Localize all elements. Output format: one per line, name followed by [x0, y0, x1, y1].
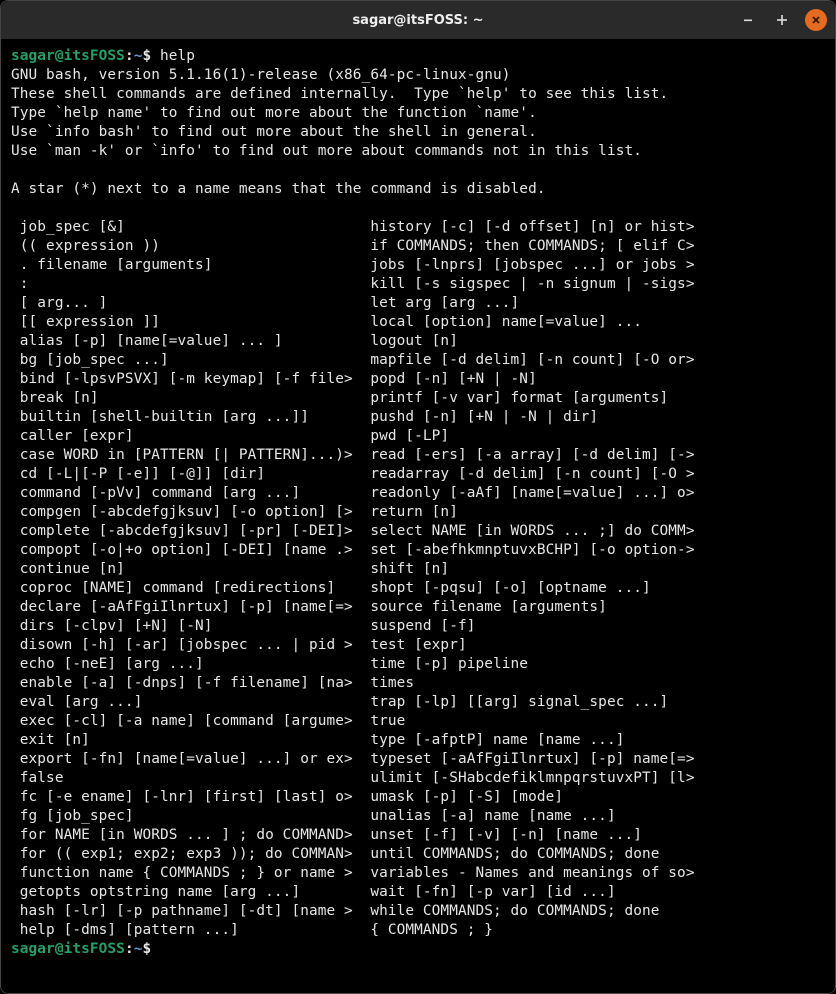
output-line: builtin [shell-builtin [arg ...]] pushd …: [11, 408, 825, 427]
output-line: exit [n] type [-afptP] name [name ...]: [11, 731, 825, 750]
output-line: export [-fn] [name[=value] ...] or ex> t…: [11, 750, 825, 769]
output-line: fc [-e ename] [-lnr] [first] [last] o> u…: [11, 788, 825, 807]
output-line: coproc [NAME] command [redirections] sho…: [11, 579, 825, 598]
output-line: disown [-h] [-ar] [jobspec ... | pid > t…: [11, 636, 825, 655]
output-line: exec [-cl] [-a name] [command [argume> t…: [11, 712, 825, 731]
output-line: for NAME [in WORDS ... ] ; do COMMAND> u…: [11, 826, 825, 845]
output-line: Type `help name' to find out more about …: [11, 104, 825, 123]
prompt-dollar: $: [142, 48, 151, 64]
output-line: (( expression )) if COMMANDS; then COMMA…: [11, 237, 825, 256]
output-line: bind [-lpsvPSVX] [-m keymap] [-f file> p…: [11, 370, 825, 389]
close-icon: [811, 15, 821, 25]
prompt-line: sagar@itsFOSS:~$: [11, 940, 825, 959]
prompt-line: sagar@itsFOSS:~$ help: [11, 47, 825, 66]
terminal-window: sagar@itsFOSS: ~ sagar@itsFOSS:~$ helpGN…: [0, 0, 836, 994]
output-line: GNU bash, version 5.1.16(1)-release (x86…: [11, 66, 825, 85]
output-line: for (( exp1; exp2; exp3 )); do COMMAN> u…: [11, 845, 825, 864]
window-title: sagar@itsFOSS: ~: [352, 13, 483, 28]
terminal-output-area[interactable]: sagar@itsFOSS:~$ helpGNU bash, version 5…: [1, 39, 835, 993]
output-line: eval [arg ...] trap [-lp] [[arg] signal_…: [11, 693, 825, 712]
plus-icon: [776, 14, 788, 26]
titlebar: sagar@itsFOSS: ~: [1, 1, 835, 39]
output-line: echo [-neE] [arg ...] time [-p] pipeline: [11, 655, 825, 674]
output-line: [ arg... ] let arg [arg ...]: [11, 294, 825, 313]
prompt-separator: :: [125, 941, 134, 957]
output-line: A star (*) next to a name means that the…: [11, 180, 825, 199]
output-line: command [-pVv] command [arg ...] readonl…: [11, 484, 825, 503]
output-line: compgen [-abcdefgjksuv] [-o option] [> r…: [11, 503, 825, 522]
output-line: false ulimit [-SHabcdefiklmnpqrstuvxPT] …: [11, 769, 825, 788]
typed-command: help: [151, 48, 195, 64]
output-line: dirs [-clpv] [+N] [-N] suspend [-f]: [11, 617, 825, 636]
output-line: enable [-a] [-dnps] [-f filename] [na> t…: [11, 674, 825, 693]
output-line: help [-dms] [pattern ...] { COMMANDS ; }: [11, 921, 825, 940]
output-line: . filename [arguments] jobs [-lnprs] [jo…: [11, 256, 825, 275]
cursor-position[interactable]: [151, 941, 160, 957]
output-line: cd [-L|[-P [-e]] [-@]] [dir] readarray […: [11, 465, 825, 484]
output-line: compopt [-o|+o option] [-DEI] [name .> s…: [11, 541, 825, 560]
output-line: bg [job_spec ...] mapfile [-d delim] [-n…: [11, 351, 825, 370]
prompt-user-host: sagar@itsFOSS: [11, 48, 125, 64]
prompt-dollar: $: [142, 941, 151, 957]
prompt-separator: :: [125, 48, 134, 64]
output-line: job_spec [&] history [-c] [-d offset] [n…: [11, 218, 825, 237]
output-line: : kill [-s sigspec | -n signum | -sigs>: [11, 275, 825, 294]
output-line: [11, 199, 825, 218]
output-line: [[ expression ]] local [option] name[=va…: [11, 313, 825, 332]
output-line: Use `man -k' or `info' to find out more …: [11, 142, 825, 161]
maximize-button[interactable]: [771, 9, 793, 31]
window-controls: [737, 9, 827, 31]
output-line: case WORD in [PATTERN [| PATTERN]...)> r…: [11, 446, 825, 465]
output-line: caller [expr] pwd [-LP]: [11, 427, 825, 446]
output-line: continue [n] shift [n]: [11, 560, 825, 579]
output-line: These shell commands are defined interna…: [11, 85, 825, 104]
output-line: complete [-abcdefgjksuv] [-pr] [-DEI]> s…: [11, 522, 825, 541]
output-line: [11, 161, 825, 180]
output-line: getopts optstring name [arg ...] wait [-…: [11, 883, 825, 902]
output-line: break [n] printf [-v var] format [argume…: [11, 389, 825, 408]
prompt-user-host: sagar@itsFOSS: [11, 941, 125, 957]
minimize-button[interactable]: [737, 9, 759, 31]
output-line: fg [job_spec] unalias [-a] name [name ..…: [11, 807, 825, 826]
output-line: function name { COMMANDS ; } or name > v…: [11, 864, 825, 883]
output-line: declare [-aAfFgiIlnrtux] [-p] [name[=> s…: [11, 598, 825, 617]
output-line: Use `info bash' to find out more about t…: [11, 123, 825, 142]
minimize-icon: [743, 15, 753, 25]
output-line: alias [-p] [name[=value] ... ] logout [n…: [11, 332, 825, 351]
output-line: hash [-lr] [-p pathname] [-dt] [name > w…: [11, 902, 825, 921]
close-button[interactable]: [805, 9, 827, 31]
